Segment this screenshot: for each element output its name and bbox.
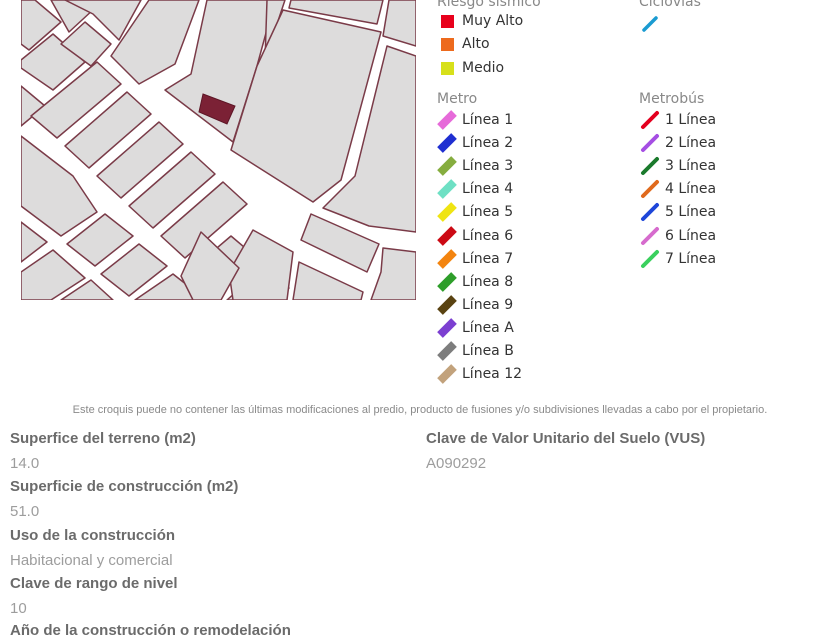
metrobus-legend-item: 1 Línea [639, 110, 716, 130]
legend-title-metrobus: Metrobús [639, 91, 705, 107]
metro-line-icon [437, 341, 457, 361]
metrobus-line-icon [641, 180, 659, 199]
legend-title-metro: Metro [437, 91, 478, 107]
metrobus-legend-label: 2 Línea [665, 135, 717, 152]
metrobus-legend-label: 5 Línea [665, 204, 717, 221]
metro-legend-label: Línea 5 [462, 204, 514, 221]
metro-legend-item: Línea B [436, 341, 514, 361]
metro-legend-item: Línea 7 [436, 248, 514, 269]
field-label-clave-vus: Clave de Valor Unitario del Suelo (VUS) [426, 430, 706, 447]
metro-legend-label: Línea 2 [462, 135, 514, 152]
field-label-superficie-construccion: Superficie de construcción (m2) [10, 478, 239, 495]
metrobus-legend-item: 6 Línea [639, 226, 716, 246]
metrobus-legend-item: 3 Línea [639, 156, 716, 176]
risk-swatch-icon [441, 37, 454, 51]
metro-legend-label: Línea 8 [462, 273, 514, 290]
metrobus-line-icon [641, 203, 659, 222]
metrobus-line-icon [641, 111, 659, 129]
metrobus-line-icon [641, 249, 659, 268]
metrobus-line-icon [641, 134, 659, 153]
metro-line-icon [437, 225, 457, 246]
metro-legend-label: Línea 9 [462, 296, 514, 313]
field-label-anio-construccion: Año de la construcción o remodelación [10, 622, 291, 639]
metro-legend-label: Línea 12 [462, 366, 523, 383]
metro-legend-label: Línea 1 [462, 112, 514, 128]
metro-legend-item: Línea 2 [436, 133, 513, 153]
metro-line-icon [437, 318, 457, 338]
metro-line-icon [437, 110, 457, 130]
metro-legend-label: Línea 3 [462, 158, 514, 175]
metro-line-icon [437, 271, 457, 292]
metrobus-legend-label: 1 Línea [665, 112, 717, 128]
metrobus-legend-item: 2 Línea [639, 133, 716, 153]
metro-legend-item: Línea A [436, 318, 514, 338]
metro-legend-item: Línea 8 [436, 271, 514, 292]
field-label-rango-nivel: Clave de rango de nivel [10, 575, 178, 592]
metro-line-icon [437, 248, 457, 269]
metro-line-icon [437, 156, 457, 177]
metro-line-icon [437, 133, 457, 153]
field-value-clave-vus: A090292 [426, 455, 487, 472]
risk-swatch-icon [441, 14, 454, 28]
legend-title-ciclovias: Ciclovías [639, 0, 701, 10]
metro-legend-item: Línea 12 [436, 364, 522, 384]
field-value-rango-nivel: 10 [10, 600, 27, 617]
field-label-superficie-terreno: Superfice del terreno (m2) [10, 430, 196, 447]
metro-legend-item: Línea 9 [436, 294, 514, 315]
metro-legend-label: Línea B [462, 343, 514, 359]
metro-line-icon [437, 364, 457, 384]
legend-item-muy-alto: Muy Alto [437, 11, 523, 31]
legend-item-medio: Medio [437, 58, 504, 78]
metrobus-legend-item: 4 Línea [639, 179, 716, 199]
metro-legend-label: Línea A [462, 319, 514, 336]
metrobus-legend-label: 6 Línea [665, 227, 717, 244]
legend-item-alto: Alto [437, 34, 490, 54]
metrobus-legend-label: 3 Línea [665, 158, 717, 175]
metro-legend-item: Línea 6 [436, 225, 514, 246]
metrobus-line-icon [641, 157, 659, 176]
metro-legend-label: Línea 4 [462, 181, 514, 198]
metro-line-icon [437, 179, 457, 200]
legend-title-riesgo: Riesgo sísmico [437, 0, 541, 10]
metro-legend-item: Línea 3 [436, 156, 514, 177]
city-block [382, 0, 416, 47]
map-disclaimer: Este croquis puede no contener las últim… [72, 404, 768, 416]
bike-lane-line-icon [642, 16, 658, 32]
metrobus-legend-item: 5 Línea [639, 202, 716, 222]
city-block [292, 261, 364, 300]
field-value-uso-construccion: Habitacional y comercial [10, 552, 173, 569]
metro-legend-label: Línea 6 [462, 227, 514, 244]
city-block [228, 229, 294, 300]
legend-item-ciclovia [639, 14, 665, 34]
metro-legend-item: Línea 5 [436, 202, 514, 223]
metro-line-icon [437, 202, 457, 223]
risk-swatch-icon [441, 61, 454, 75]
metro-legend-item: Línea 4 [436, 179, 514, 200]
metro-legend-label: Línea 7 [462, 250, 514, 267]
city-blocks-map [21, 0, 416, 300]
metro-legend-item: Línea 1 [436, 110, 513, 130]
metrobus-line-icon [641, 226, 659, 245]
field-label-uso-construccion: Uso de la construcción [10, 527, 176, 544]
parcel-map[interactable] [21, 0, 416, 300]
metro-line-icon [437, 294, 457, 315]
city-block [370, 247, 416, 300]
metrobus-legend-label: 7 Línea [665, 250, 717, 267]
field-value-superficie-construccion: 51.0 [10, 503, 40, 520]
field-value-superficie-terreno: 14.0 [10, 455, 40, 472]
metrobus-legend-item: 7 Línea [639, 249, 716, 269]
metrobus-legend-label: 4 Línea [665, 181, 717, 198]
